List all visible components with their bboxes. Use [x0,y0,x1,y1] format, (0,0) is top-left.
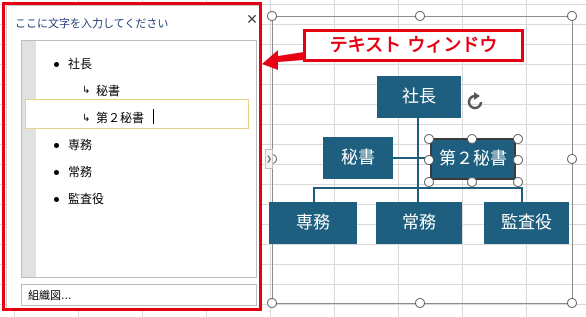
frame-handle[interactable] [415,11,425,21]
close-icon[interactable]: ✕ [244,12,260,28]
bullet-icon [54,143,59,148]
frame-handle[interactable] [567,11,577,21]
editor-gutter [22,41,36,277]
selection-handle[interactable] [513,134,523,144]
connector-line [392,157,428,159]
connector-line [313,187,315,203]
selection-handle[interactable] [513,177,523,187]
org-node-auditor[interactable]: 監査役 [484,202,569,244]
frame-handle[interactable] [267,11,277,21]
connector-line [417,117,419,189]
org-node-senior-director[interactable]: 専務 [269,202,357,244]
selection-handle[interactable] [467,134,477,144]
org-node-president[interactable]: 社長 [377,76,461,118]
org-node-second-secretary[interactable]: 第２秘書 [430,138,516,180]
frame-handle[interactable] [567,154,577,164]
frame-handle[interactable] [567,298,577,308]
text-pane-title: ここに文字を入力してください [15,17,169,30]
callout-label: テキスト ウィンドウ [329,35,498,56]
smartart-type-label: 組織図... [28,289,72,302]
text-pane-editor[interactable]: 社長 ↳ 秘書 ↳ 第２秘書 専務 常務 監査役 [21,40,257,278]
selection-handle[interactable] [513,155,523,165]
text-window-callout: テキスト ウィンドウ [303,29,524,62]
frame-handle[interactable] [415,298,425,308]
sub-level-arrow-icon: ↳ [82,85,91,96]
org-node-secretary[interactable]: 秘書 [323,137,393,179]
sub-level-arrow-icon: ↳ [82,113,91,124]
pane-item-auditor[interactable]: 監査役 [68,190,104,208]
org-node-managing-director[interactable]: 常務 [376,202,462,244]
pane-item-senior-director[interactable]: 専務 [68,136,92,154]
connector-line [521,187,523,203]
text-caret [153,109,154,124]
rotate-handle-icon[interactable] [464,91,486,113]
pane-item-secretary[interactable]: 秘書 [96,82,120,100]
smartart-type-link[interactable]: 組織図... [21,284,257,306]
pane-item-second-secretary[interactable]: 第２秘書 [96,109,144,127]
selection-handle[interactable] [424,134,434,144]
bullet-icon [54,62,59,67]
pane-item-managing-director[interactable]: 常務 [68,163,92,181]
pane-item-president[interactable]: 社長 [68,55,92,73]
frame-handle[interactable] [267,298,277,308]
selection-handle[interactable] [424,155,434,165]
bullet-icon [54,197,59,202]
text-pane[interactable]: ここに文字を入力してください ✕ 社長 ↳ 秘書 ↳ 第２秘書 専務 常務 監査… [6,5,262,311]
connector-line [417,187,419,203]
selection-handle[interactable] [467,177,477,187]
selection-handle[interactable] [424,177,434,187]
bullet-icon [54,170,59,175]
callout-arrow-icon [262,50,304,70]
pane-toggle-chevron-icon[interactable]: ❯ [265,149,273,169]
